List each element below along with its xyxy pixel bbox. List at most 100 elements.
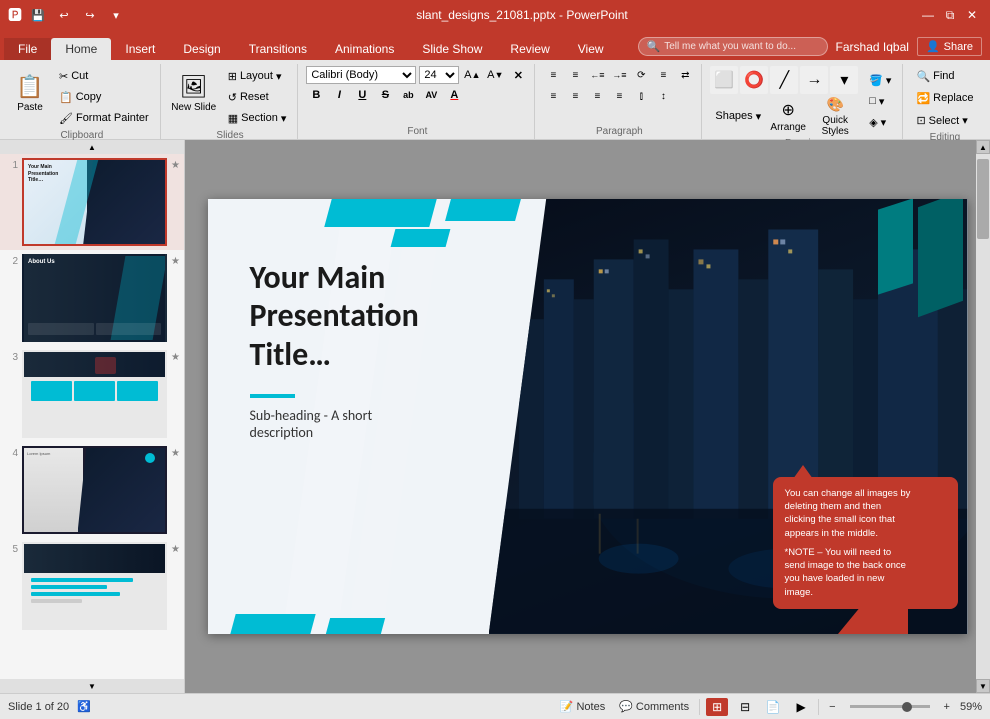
- text-direction-button[interactable]: ⟳: [631, 66, 651, 84]
- zoom-slider[interactable]: [850, 705, 930, 708]
- slide-info: Slide 1 of 20: [8, 701, 69, 713]
- italic-button[interactable]: I: [329, 86, 349, 104]
- reset-button[interactable]: ↺ Reset: [223, 87, 292, 107]
- slide-num-1: 1: [4, 158, 18, 171]
- tab-transitions[interactable]: Transitions: [235, 38, 321, 60]
- slide-title[interactable]: Your Main Presentation Title…: [250, 259, 419, 374]
- layout-button[interactable]: ⊞ Layout ▾: [223, 66, 292, 86]
- zoom-out-button[interactable]: −: [825, 699, 839, 715]
- status-separator: [699, 699, 700, 715]
- select-button[interactable]: ⊡ Select ▾: [911, 110, 978, 130]
- smartart-button[interactable]: ⇄: [675, 66, 695, 84]
- bold-button[interactable]: B: [306, 86, 326, 104]
- replace-button[interactable]: 🔁 Replace: [911, 88, 978, 108]
- shape-fill-button[interactable]: 🪣 ▾: [864, 70, 896, 90]
- more-shapes[interactable]: ▾: [830, 66, 858, 94]
- slide-thumb-1[interactable]: 1 Your MainPresentationTitle… ★: [0, 154, 184, 250]
- shapes-menu-button[interactable]: Shapes ▾: [710, 106, 766, 126]
- bullets-button[interactable]: ≡: [543, 66, 563, 84]
- format-painter-button[interactable]: 🖌 Format Painter: [54, 108, 154, 128]
- restore-button[interactable]: ⧉: [940, 5, 960, 25]
- slide-subheading[interactable]: Sub-heading - A short description: [250, 407, 373, 441]
- justify-button[interactable]: ≡: [609, 87, 629, 105]
- reading-view-button[interactable]: 📄: [762, 698, 784, 716]
- copy-button[interactable]: 📋 Copy: [54, 87, 154, 107]
- qat-undo[interactable]: ↩: [54, 5, 74, 25]
- line-shape[interactable]: ╱: [770, 66, 798, 94]
- minimize-button[interactable]: —: [918, 5, 938, 25]
- vscrollbar-down[interactable]: ▼: [976, 679, 990, 693]
- slide-img-1: Your MainPresentationTitle…: [22, 158, 167, 246]
- new-slide-button[interactable]: 🖼 New Slide: [169, 66, 219, 121]
- close-button[interactable]: ✕: [962, 5, 982, 25]
- slide-num-4: 4: [4, 446, 18, 459]
- slide-thumb-2[interactable]: 2 About Us ★: [0, 250, 184, 346]
- char-spacing-button[interactable]: AV: [421, 86, 441, 104]
- line-spacing-button[interactable]: ↕: [653, 87, 673, 105]
- drawing-controls: ⬜ ⭕ ╱ → ▾ Shapes ▾ ⊕ Arrange: [710, 66, 860, 136]
- vscrollbar-thumb[interactable]: [977, 159, 989, 239]
- canvas-vscrollbar[interactable]: ▲ ▼: [976, 140, 990, 693]
- select-icon: ⊡: [916, 114, 925, 127]
- clear-formatting-button[interactable]: ✕: [508, 66, 528, 84]
- tab-animations[interactable]: Animations: [321, 38, 408, 60]
- font-family-select[interactable]: Calibri (Body): [306, 66, 416, 84]
- tab-design[interactable]: Design: [169, 38, 234, 60]
- normal-view-button[interactable]: ⊞: [706, 698, 728, 716]
- tab-review[interactable]: Review: [496, 38, 563, 60]
- arrow-shape[interactable]: →: [800, 66, 828, 94]
- qat-redo[interactable]: ↪: [80, 5, 100, 25]
- indent-more-button[interactable]: →≡: [609, 66, 629, 84]
- increase-font-button[interactable]: A▲: [462, 66, 482, 84]
- cut-button[interactable]: ✂ Cut: [54, 66, 154, 86]
- font-color-button[interactable]: A: [444, 86, 464, 104]
- underline-button[interactable]: U: [352, 86, 372, 104]
- paragraph-label: Paragraph: [543, 124, 695, 137]
- align-right-button[interactable]: ≡: [587, 87, 607, 105]
- oval-shape[interactable]: ⭕: [740, 66, 768, 94]
- slide-sorter-button[interactable]: ⊟: [734, 698, 756, 716]
- window-title: slant_designs_21081.pptx - PowerPoint: [126, 8, 918, 22]
- section-button[interactable]: ▦ Section ▾: [223, 108, 292, 128]
- thumb-2-content: [28, 323, 161, 335]
- slide-canvas[interactable]: Your Main Presentation Title… Sub-headin…: [208, 199, 968, 634]
- comments-button[interactable]: 💬 Comments: [615, 698, 693, 715]
- tab-slideshow[interactable]: Slide Show: [408, 38, 496, 60]
- decrease-font-button[interactable]: A▼: [485, 66, 505, 84]
- search-box[interactable]: 🔍 Tell me what you want to do...: [638, 37, 828, 56]
- slideshow-view-button[interactable]: ▶: [790, 698, 812, 716]
- columns-button[interactable]: ⫾: [631, 87, 651, 105]
- slide-thumb-5[interactable]: 5 ★: [0, 538, 184, 634]
- numbered-button[interactable]: ≡: [565, 66, 585, 84]
- tab-file[interactable]: File: [4, 38, 51, 60]
- tab-view[interactable]: View: [564, 38, 618, 60]
- slide-panel-scroll-up[interactable]: ▲: [0, 140, 184, 154]
- quick-styles-button[interactable]: 🎨 Quick Styles: [810, 96, 860, 136]
- slide-thumb-4[interactable]: 4 Lorem Ipsum ★: [0, 442, 184, 538]
- strikethrough-button[interactable]: S: [375, 86, 395, 104]
- vscrollbar-up[interactable]: ▲: [976, 140, 990, 154]
- shadow-button[interactable]: ab: [398, 86, 418, 104]
- indent-less-button[interactable]: ←≡: [587, 66, 607, 84]
- paste-button[interactable]: 📋 Paste: [10, 66, 50, 121]
- qat-save[interactable]: 💾: [28, 5, 48, 25]
- align-center-button[interactable]: ≡: [565, 87, 585, 105]
- align-text-button[interactable]: ≡: [653, 66, 673, 84]
- qat-customize[interactable]: ▾: [106, 5, 126, 25]
- align-left-button[interactable]: ≡: [543, 87, 563, 105]
- tab-insert[interactable]: Insert: [111, 38, 169, 60]
- callout-text-3: clicking the small icon that: [785, 513, 946, 526]
- tab-home[interactable]: Home: [51, 38, 111, 60]
- shape-effects-button[interactable]: ◈ ▾: [864, 112, 896, 132]
- share-button[interactable]: 👤 Share: [917, 37, 982, 56]
- arrange-button[interactable]: ⊕ Arrange: [768, 96, 808, 136]
- slide-panel-scroll-down[interactable]: ▼: [0, 679, 184, 693]
- slide-thumb-3[interactable]: 3 ★: [0, 346, 184, 442]
- font-size-select[interactable]: 24: [419, 66, 459, 84]
- find-button[interactable]: 🔍 Find: [911, 66, 978, 86]
- slides-group-content: 🖼 New Slide ⊞ Layout ▾ ↺ Reset ▦ Section…: [169, 66, 292, 128]
- shape-outline-button[interactable]: □ ▾: [864, 91, 896, 111]
- shapes-button[interactable]: ⬜: [710, 66, 738, 94]
- notes-button[interactable]: 📝 Notes: [556, 698, 609, 715]
- zoom-in-button[interactable]: +: [940, 699, 954, 715]
